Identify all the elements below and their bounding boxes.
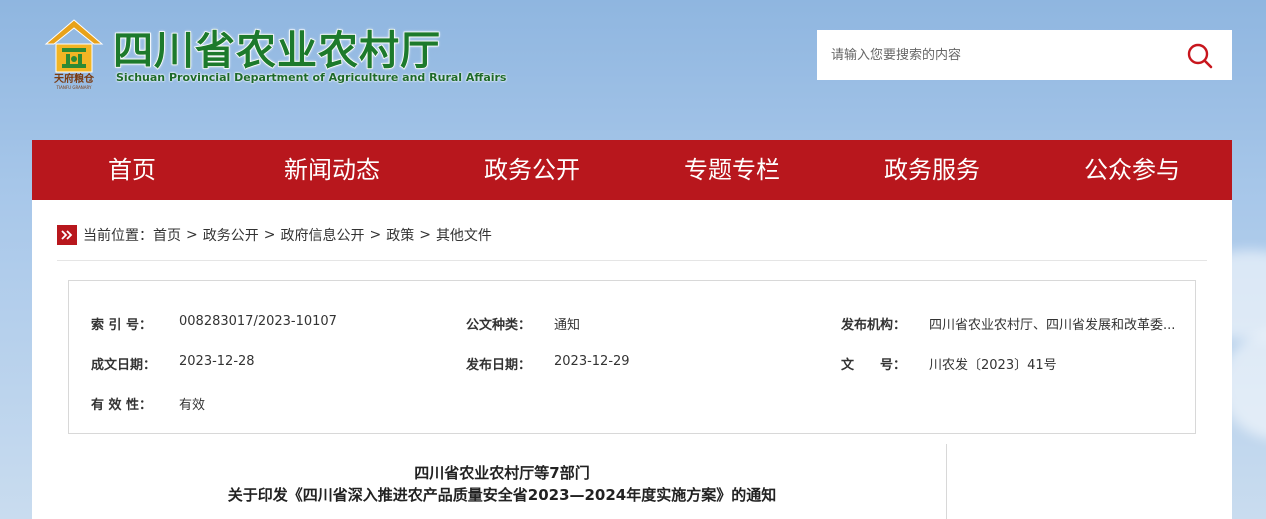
document-metadata: 索 引 号： 008283017/2023-10107 公文种类： 通知 发布机… bbox=[68, 280, 1196, 434]
site-title[interactable]: 四川省农业农村厅 bbox=[112, 18, 441, 76]
breadcrumb-separator: > bbox=[186, 227, 198, 243]
metadata-row: 成文日期： 2023-12-28 发布日期： 2023-12-29 文 号： 川… bbox=[91, 354, 1216, 373]
document-title-line1: 四川省农业农村厅等7部门 bbox=[414, 464, 590, 482]
emblem-caption-en: TIANFU GRANARY bbox=[56, 85, 93, 90]
breadcrumb-gov-affairs[interactable]: 政务公开 bbox=[203, 225, 259, 245]
metadata-doc-number: 文 号： 川农发〔2023〕41号 bbox=[841, 354, 1216, 373]
search-icon[interactable] bbox=[1186, 42, 1214, 70]
content-column-divider bbox=[946, 444, 947, 519]
search-box bbox=[817, 30, 1232, 80]
metadata-value: 有效 bbox=[179, 398, 206, 413]
metadata-written-date: 成文日期： 2023-12-28 bbox=[91, 354, 466, 373]
metadata-validity: 有 效 性： 有效 bbox=[91, 394, 466, 413]
breadcrumb-policy[interactable]: 政策 bbox=[386, 225, 414, 245]
metadata-index-number: 索 引 号： 008283017/2023-10107 bbox=[91, 314, 466, 333]
site-title-english: Sichuan Provincial Department of Agricul… bbox=[116, 71, 507, 84]
nav-item-news[interactable]: 新闻动态 bbox=[232, 140, 432, 200]
metadata-value: 川农发〔2023〕41号 bbox=[929, 358, 1057, 373]
department-emblem-icon[interactable]: 天府粮仓 TIANFU GRANARY bbox=[44, 18, 104, 90]
breadcrumb-home[interactable]: 首页 bbox=[153, 225, 181, 245]
metadata-value: 2023-12-28 bbox=[179, 354, 255, 369]
metadata-value: 通知 bbox=[554, 318, 581, 333]
metadata-label: 有 效 性： bbox=[91, 398, 153, 413]
metadata-issuer: 发布机构： 四川省农业农村厅、四川省发展和改革委... bbox=[841, 314, 1216, 333]
document-title: 四川省农业农村厅等7部门 关于印发《四川省深入推进农产品质量安全省2023—20… bbox=[92, 462, 912, 506]
metadata-label: 文 号： bbox=[841, 358, 907, 373]
breadcrumb-separator: > bbox=[419, 227, 431, 243]
metadata-value: 四川省农业农村厅、四川省发展和改革委... bbox=[929, 318, 1176, 333]
document-title-line2: 关于印发《四川省深入推进农产品质量安全省2023—2024年度实施方案》的通知 bbox=[227, 486, 777, 504]
metadata-label: 索 引 号： bbox=[91, 318, 153, 333]
metadata-row: 有 效 性： 有效 bbox=[91, 394, 466, 413]
metadata-label: 公文种类： bbox=[466, 318, 532, 333]
nav-item-special-topics[interactable]: 专题专栏 bbox=[632, 140, 832, 200]
main-navigation: 首页 新闻动态 政务公开 专题专栏 政务服务 公众参与 bbox=[32, 140, 1232, 200]
metadata-row: 索 引 号： 008283017/2023-10107 公文种类： 通知 发布机… bbox=[91, 314, 1216, 333]
nav-item-public-participation[interactable]: 公众参与 bbox=[1032, 140, 1232, 200]
double-chevron-right-icon bbox=[57, 225, 77, 245]
breadcrumb-gov-info[interactable]: 政府信息公开 bbox=[280, 225, 364, 245]
breadcrumb-separator: > bbox=[263, 227, 276, 243]
emblem-caption: 天府粮仓 bbox=[54, 72, 95, 85]
nav-item-home[interactable]: 首页 bbox=[32, 140, 232, 200]
metadata-label: 成文日期： bbox=[91, 358, 157, 373]
breadcrumb-other-docs[interactable]: 其他文件 bbox=[436, 225, 492, 245]
metadata-doc-type: 公文种类： 通知 bbox=[466, 314, 841, 333]
nav-item-gov-services[interactable]: 政务服务 bbox=[832, 140, 1032, 200]
metadata-value: 2023-12-29 bbox=[554, 354, 630, 369]
breadcrumb-prefix: 当前位置： bbox=[83, 228, 153, 244]
breadcrumb-separator: > bbox=[369, 227, 382, 243]
metadata-value: 008283017/2023-10107 bbox=[179, 314, 337, 329]
main-content: 当前位置： 首页 > 政务公开 > 政府信息公开 > 政策 > 其他文件 索 引… bbox=[32, 200, 1232, 519]
metadata-label: 发布机构： bbox=[841, 318, 907, 333]
nav-item-gov-affairs[interactable]: 政务公开 bbox=[432, 140, 632, 200]
search-input[interactable] bbox=[817, 30, 1157, 80]
metadata-label: 发布日期： bbox=[466, 358, 532, 373]
breadcrumb-divider bbox=[57, 260, 1207, 261]
breadcrumb: 当前位置： 首页 > 政务公开 > 政府信息公开 > 政策 > 其他文件 bbox=[57, 224, 492, 246]
metadata-publish-date: 发布日期： 2023-12-29 bbox=[466, 354, 841, 373]
site-header: 天府粮仓 TIANFU GRANARY 四川省农业农村厅 Sichuan Pro… bbox=[0, 0, 1266, 140]
